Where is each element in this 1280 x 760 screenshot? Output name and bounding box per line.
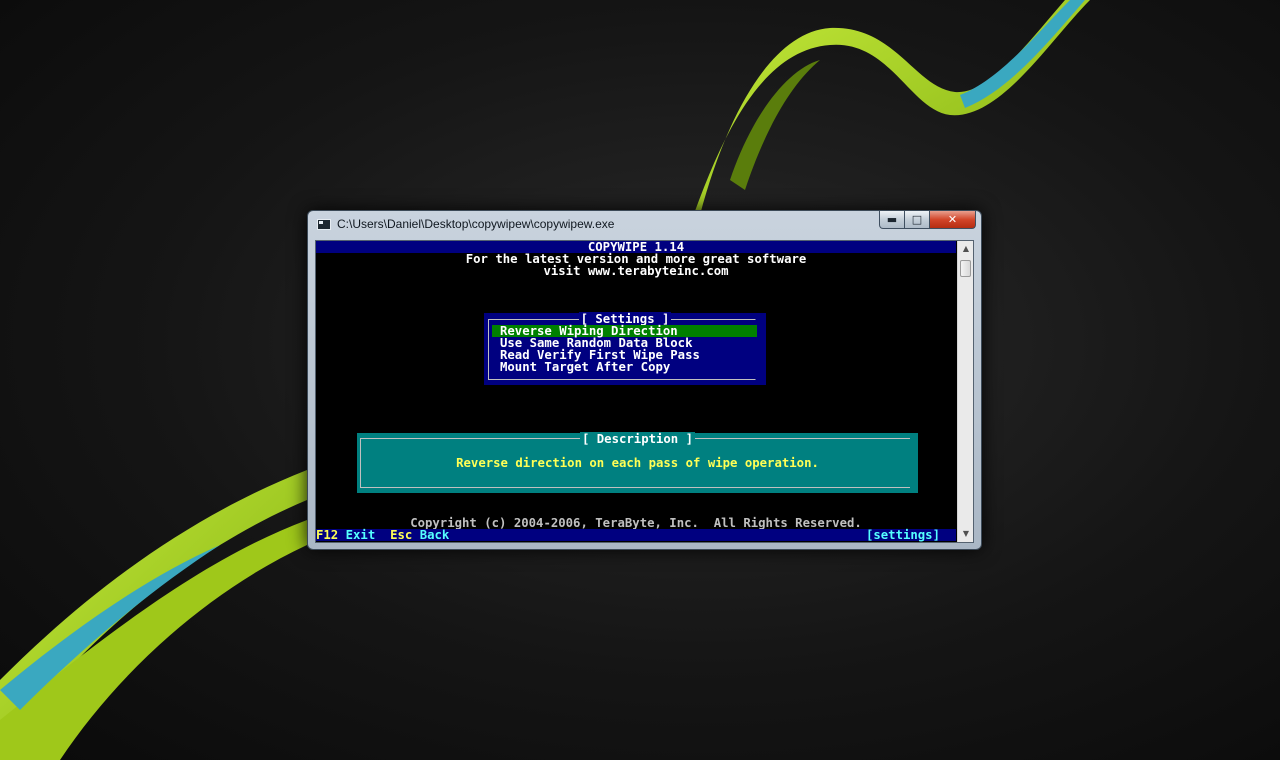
esc-key[interactable]: Esc — [390, 528, 412, 542]
close-icon: ✕ — [947, 213, 958, 226]
back-action[interactable]: Back — [420, 528, 450, 542]
minimize-icon: ▬ — [886, 213, 898, 226]
console-client-area: COPYWIPE 1.14 For the latest version and… — [315, 240, 974, 543]
close-button[interactable]: ✕ — [930, 211, 976, 229]
console-app-icon[interactable] — [317, 219, 331, 230]
minimize-button[interactable]: ▬ — [879, 211, 905, 229]
window-title: C:\Users\Daniel\Desktop\copywipew\copywi… — [337, 217, 615, 231]
description-title: [ Description ] — [579, 432, 696, 446]
scrollbar-thumb[interactable] — [960, 260, 971, 277]
wallpaper-ribbon-upper — [690, 0, 1090, 225]
footer-bar: F12 Exit Esc Back [settings] — [316, 529, 956, 541]
vertical-scrollbar[interactable]: ▲ ▼ — [957, 241, 973, 542]
context-indicator: [settings] — [865, 528, 940, 542]
settings-item-mount-target-after-copy[interactable]: Mount Target After Copy — [492, 361, 757, 373]
scroll-down-arrow-icon[interactable]: ▼ — [958, 526, 973, 542]
description-text: Reverse direction on each pass of wipe o… — [456, 456, 819, 470]
console-screen[interactable]: COPYWIPE 1.14 For the latest version and… — [316, 241, 956, 542]
header-website: visit www.terabyteinc.com — [543, 264, 729, 278]
wallpaper-ribbon-upper-dark — [730, 60, 820, 190]
description-panel: [ Description ] Reverse direction on eac… — [357, 432, 918, 493]
caption-buttons: ▬ □ ✕ — [879, 211, 976, 230]
scroll-up-arrow-icon[interactable]: ▲ — [958, 241, 973, 257]
description-title-wrap: [ Description ] — [357, 432, 918, 446]
console-window: C:\Users\Daniel\Desktop\copywipew\copywi… — [307, 210, 982, 550]
maximize-icon: □ — [911, 213, 923, 226]
title-bar[interactable]: C:\Users\Daniel\Desktop\copywipew\copywi… — [308, 211, 981, 239]
exit-action[interactable]: Exit — [346, 528, 376, 542]
settings-menu: [ Settings ] Reverse Wiping Direction Us… — [484, 312, 766, 385]
wallpaper-ribbon-upper-teal — [960, 0, 1085, 108]
f12-key[interactable]: F12 — [316, 528, 338, 542]
maximize-button[interactable]: □ — [905, 211, 930, 229]
